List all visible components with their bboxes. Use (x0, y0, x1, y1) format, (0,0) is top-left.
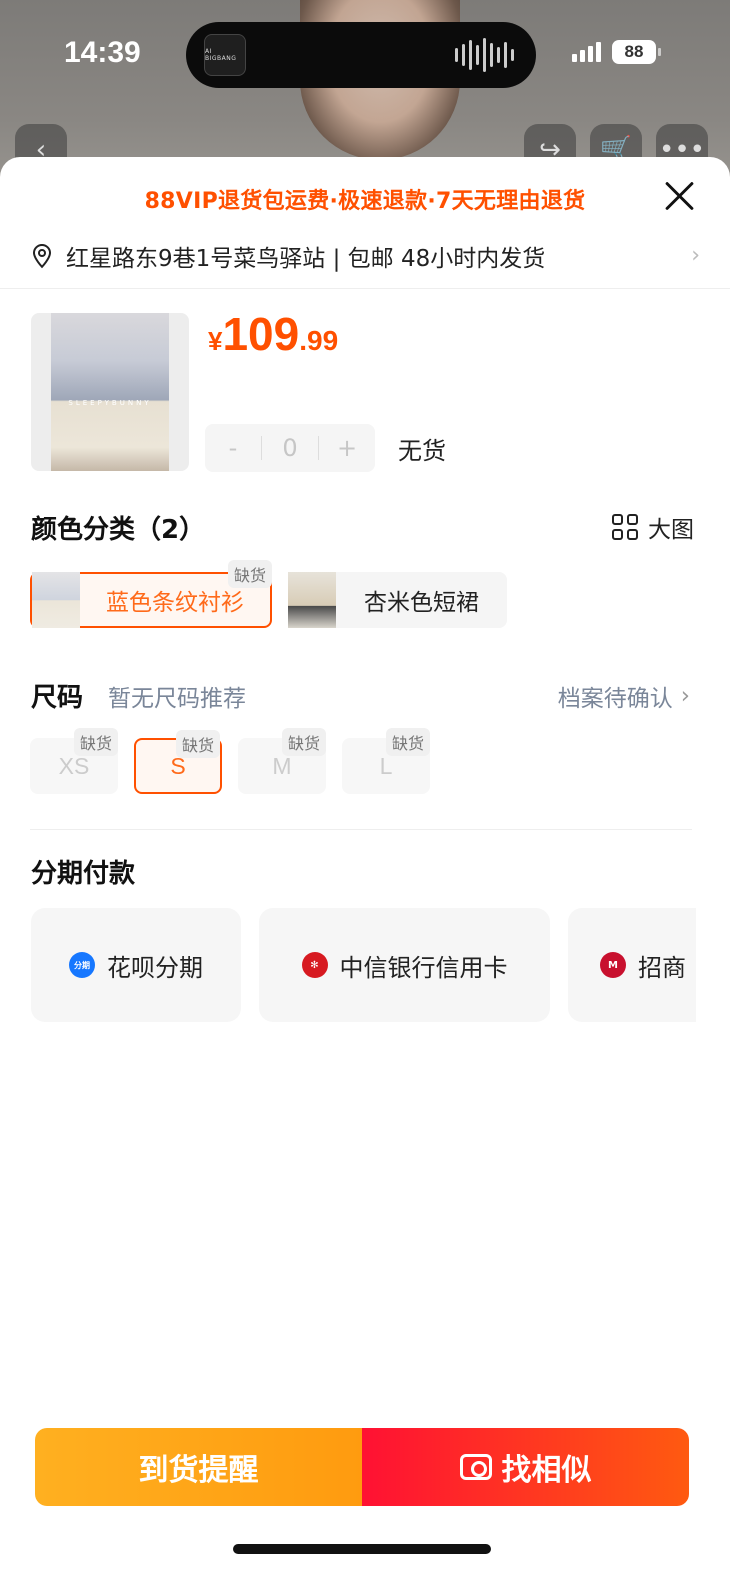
installment-label: 中信银行信用卡 (339, 953, 508, 982)
price-currency: ¥ (208, 326, 223, 356)
big-view-label: 大图 (648, 517, 694, 543)
price-decimal: .99 (299, 325, 339, 356)
size-option-s[interactable]: S 缺货 (134, 730, 222, 794)
find-similar-button[interactable]: 找相似 (362, 1428, 689, 1506)
out-of-stock-badge: 缺货 (175, 730, 220, 758)
quantity-value[interactable]: 0 (262, 434, 318, 462)
divider (0, 288, 730, 289)
size-option-xs[interactable]: XS 缺货 (30, 728, 118, 794)
status-bar: 14:39 AI BIGBANG 88 (0, 0, 730, 110)
size-option-m[interactable]: M 缺货 (238, 728, 326, 794)
out-of-stock-badge: 缺货 (281, 728, 326, 756)
increment-button[interactable]: + (319, 434, 375, 462)
price-integer: 109 (222, 308, 300, 360)
signal-icon (572, 42, 601, 62)
out-of-stock-badge: 缺货 (385, 728, 430, 756)
color-option-beige-skirt[interactable]: 杏米色短裙 (288, 572, 507, 628)
grid-icon (612, 514, 638, 540)
installment-citic-credit-card[interactable]: ✻ 中信银行信用卡 (259, 908, 550, 1022)
size-option-l[interactable]: L 缺货 (342, 728, 430, 794)
notify-arrival-button[interactable]: 到货提醒 (35, 1428, 362, 1506)
big-view-toggle[interactable]: 大图 (612, 510, 694, 544)
installment-label: 招商 (638, 953, 686, 982)
installment-label: 花呗分期 (107, 953, 203, 982)
chevron-right-icon: › (691, 243, 700, 268)
installment-scroll-clip: M 招商 (568, 908, 696, 1022)
option-label: 杏米色短裙 (364, 590, 479, 616)
quantity-stepper: - 0 + (205, 424, 375, 472)
color-option-blue-stripe-shirt[interactable]: 蓝色条纹衬衫 缺货 (30, 560, 272, 628)
out-of-stock-badge: 缺货 (227, 560, 272, 588)
option-thumbnail (32, 572, 80, 628)
size-label: L (379, 752, 393, 779)
citic-bank-icon: ✻ (301, 952, 328, 978)
option-thumbnail (288, 572, 336, 628)
huabei-icon: 分期 (69, 952, 95, 978)
installment-huabei[interactable]: 分期 花呗分期 (31, 908, 241, 1022)
close-icon[interactable] (662, 179, 696, 213)
size-label: XS (58, 752, 90, 779)
chevron-right-icon: › (680, 683, 690, 709)
home-indicator (233, 1544, 491, 1554)
price: ¥109.99 (208, 307, 338, 361)
audio-wave-icon (455, 38, 514, 72)
size-profile-label: 档案待确认 (557, 686, 673, 712)
address-text: 红星路东9巷1号菜鸟驿站 | 包邮 48小时内发货 (66, 246, 546, 272)
installment-section-title: 分期付款 (31, 859, 136, 889)
delivery-address-row[interactable]: 红星路东9巷1号菜鸟驿站 | 包邮 48小时内发货 › (30, 239, 700, 273)
app-logo-icon: AI BIGBANG (204, 34, 246, 76)
battery-icon: 88 (612, 40, 661, 64)
location-pin-icon (32, 243, 52, 269)
size-section-title: 尺码 (31, 683, 84, 713)
decrement-button[interactable]: - (205, 434, 261, 462)
status-time: 14:39 (64, 36, 141, 69)
out-of-stock-badge: 缺货 (73, 728, 118, 756)
find-similar-label: 找相似 (501, 1453, 592, 1488)
installment-cmb[interactable]: M 招商 (568, 908, 696, 1022)
size-label: M (272, 752, 292, 779)
product-photo (51, 313, 169, 471)
size-hint: 暂无尺码推荐 (108, 686, 246, 712)
promo-banner: 88VIP退货包运费·极速退款·7天无理由退货 (144, 189, 586, 214)
brand-watermark: SLEEPYBUNNY (68, 399, 152, 407)
size-profile-link[interactable]: 档案待确认 › (558, 679, 690, 713)
dynamic-island: AI BIGBANG (186, 22, 536, 88)
stock-status: 无货 (398, 437, 446, 465)
camera-icon (459, 1454, 492, 1480)
cmb-bank-icon: M (600, 952, 626, 978)
option-label: 蓝色条纹衬衫 (106, 590, 244, 616)
divider (30, 829, 692, 830)
product-thumbnail[interactable]: SLEEPYBUNNY (31, 313, 189, 471)
color-section-title: 颜色分类（2） (31, 515, 206, 545)
bottom-action-bar: 到货提醒 找相似 (35, 1428, 689, 1506)
sku-sheet: 88VIP退货包运费·极速退款·7天无理由退货 红星路东9巷1号菜鸟驿站 | 包… (0, 157, 730, 1583)
